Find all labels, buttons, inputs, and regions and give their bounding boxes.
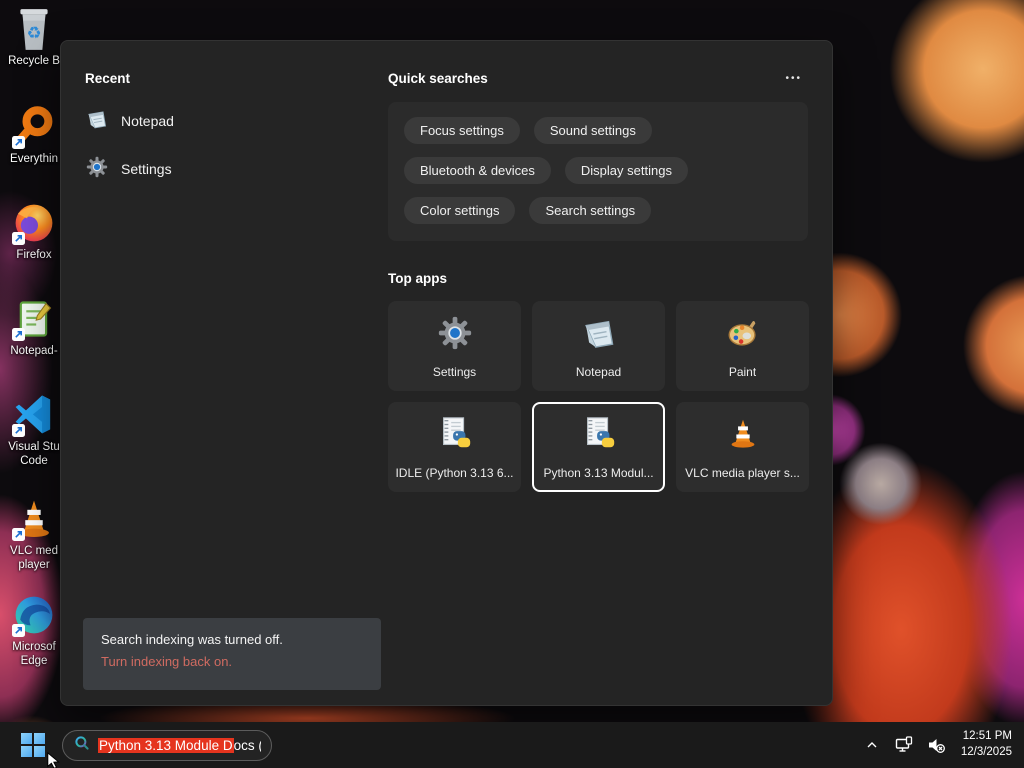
desktop-icon-label: Visual Stu Code [8,441,60,468]
app-tile-paint[interactable]: Paint [676,301,809,391]
svg-text:♻: ♻ [27,23,42,42]
quick-searches-card: Focus settings Sound settings Bluetooth … [388,102,808,241]
desktop: ♻ Recycle B Everythin Firefox Notepad- V… [0,0,1024,768]
vscode-icon [11,392,57,438]
shortcut-arrow-icon [12,328,25,341]
search-input[interactable]: Python 3.13 Module Docs ( [98,737,261,753]
desktop-icon-label: Notepad- [10,345,58,357]
desktop-icon-notepad-plus-plus[interactable]: Notepad- [4,296,64,358]
volume-muted-icon[interactable] [923,732,949,758]
recent-title: Recent [85,71,131,86]
edge-icon [11,592,57,638]
recycle-bin-icon: ♻ [11,6,57,52]
app-tile-settings[interactable]: Settings [388,301,521,391]
indexing-notice-message: Search indexing was turned off. [101,632,283,647]
recent-section: Recent Notepad Settings [85,71,365,182]
indexing-notice: Search indexing was turned off. Turn ind… [83,618,381,690]
firefox-icon [11,200,57,246]
clock-date: 12/3/2025 [960,746,1012,758]
quick-search-pill[interactable]: Bluetooth & devices [404,157,551,184]
desktop-icon-label: VLC med player [10,545,58,572]
network-icon[interactable] [891,732,917,758]
python-doc-icon [436,415,474,458]
more-options-button[interactable]: ••• [779,71,808,86]
clock-time: 12:51 PM [962,730,1012,743]
app-tile-label: Paint [728,364,757,379]
app-tile-label: IDLE (Python 3.13 6... [395,465,514,480]
everything-icon [11,104,57,150]
notepad-icon [85,107,109,136]
vlc-cone-icon [724,415,762,458]
recent-item-settings[interactable]: Settings [85,156,365,182]
python-doc-icon [580,415,618,458]
windows-logo-icon [21,733,45,757]
desktop-icon-firefox[interactable]: Firefox [4,200,64,262]
shortcut-arrow-icon [12,424,25,437]
start-button[interactable] [18,730,48,760]
turn-indexing-on-link[interactable]: Turn indexing back on. [101,654,363,669]
top-apps-grid: Settings Notepad Paint IDLE (Python 3.13… [388,301,809,492]
app-tile-label: Python 3.13 Modul... [543,465,654,480]
app-tile-vlc[interactable]: VLC media player s... [676,402,809,492]
app-tile-notepad[interactable]: Notepad [532,301,665,391]
top-apps-title: Top apps [388,271,447,286]
system-tray: 12:51 PM 12/3/2025 [859,729,1024,760]
recent-item-label: Settings [121,161,172,177]
desktop-icon-label: Recycle B [8,55,60,67]
desktop-icon-edge[interactable]: Microsof Edge [4,592,64,669]
notepad-icon [580,314,618,357]
quick-search-pill[interactable]: Display settings [564,157,688,184]
desktop-icon-vscode[interactable]: Visual Stu Code [4,392,64,469]
desktop-icon-recycle-bin[interactable]: ♻ Recycle B [4,6,64,68]
quick-search-pill[interactable]: Sound settings [533,117,652,144]
quick-search-pill[interactable]: Color settings [404,197,516,224]
shortcut-arrow-icon [12,624,25,637]
recent-item-label: Notepad [121,113,174,129]
desktop-icon-label: Firefox [16,249,52,261]
search-flyout-panel: Recent Notepad Settings Quick searches •… [60,40,833,706]
shortcut-arrow-icon [12,136,25,149]
settings-gear-icon [436,314,474,357]
recent-item-notepad[interactable]: Notepad [85,108,365,134]
desktop-icon-label: Everythin [10,153,58,165]
desktop-icon-everything[interactable]: Everythin [4,104,64,166]
search-text-rest: ocs ( [233,737,261,753]
desktop-icon-label: Microsof Edge [12,641,56,668]
paint-palette-icon [724,314,762,357]
notepad-plus-plus-icon [11,296,57,342]
app-tile-label: VLC media player s... [685,465,800,480]
search-text-selected: Python 3.13 Module D [98,737,234,753]
app-tile-idle-python[interactable]: IDLE (Python 3.13 6... [388,402,521,492]
app-tile-label: Notepad [575,364,622,379]
shortcut-arrow-icon [12,232,25,245]
quick-search-pill[interactable]: Search settings [529,197,652,224]
quick-searches-title: Quick searches [388,71,488,86]
desktop-icon-vlc[interactable]: VLC med player [4,496,64,573]
search-icon [73,734,91,757]
app-tile-label: Settings [432,364,477,379]
search-results-column: Quick searches ••• Focus settings Sound … [388,71,809,492]
taskbar-clock[interactable]: 12:51 PM 12/3/2025 [961,729,1012,760]
taskbar-search-box[interactable]: Python 3.13 Module Docs ( [62,729,272,761]
shortcut-arrow-icon [12,528,25,541]
quick-search-pill[interactable]: Focus settings [404,117,520,144]
tray-chevron-up-icon[interactable] [859,732,885,758]
mouse-cursor [46,751,64,768]
taskbar: Python 3.13 Module Docs (12:51 PM 12/3/… [0,722,1024,768]
settings-gear-icon [85,155,109,184]
vlc-icon [11,496,57,542]
app-tile-python-module-docs[interactable]: Python 3.13 Modul... [532,402,665,492]
